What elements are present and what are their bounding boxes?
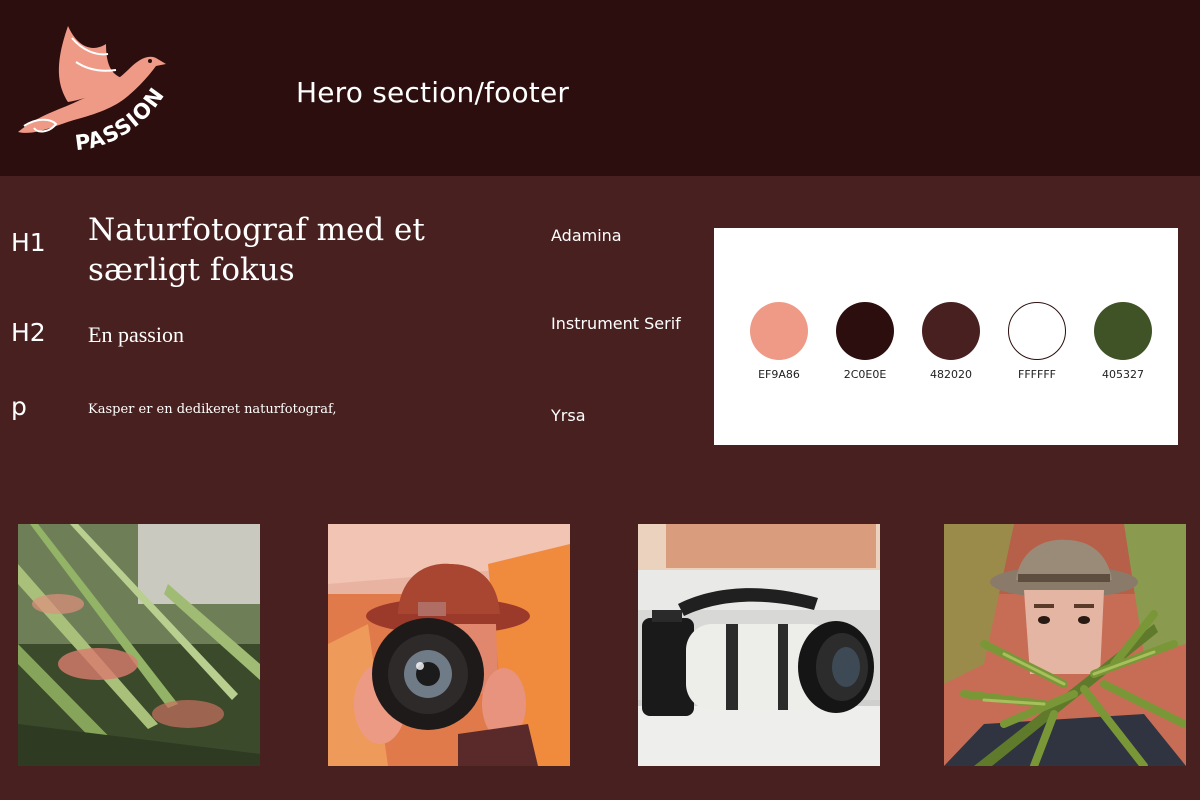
color-swatch[interactable]: 2C0E0E — [836, 302, 894, 381]
color-palette-card: EF9A86 2C0E0E 482020 FFFFFF 405327 — [714, 228, 1178, 445]
p-font-name: Yrsa — [551, 406, 586, 425]
swatch-circle — [922, 302, 980, 360]
passion-bird-logo[interactable]: PASSION — [10, 14, 190, 164]
h1-tag-label: H1 — [11, 228, 46, 257]
p-tag-label: p — [11, 392, 27, 421]
swatch-hex-label: 405327 — [1102, 368, 1144, 381]
swatch-hex-label: 2C0E0E — [843, 368, 887, 381]
section-title: Hero section/footer — [296, 76, 570, 109]
h1-font-name: Adamina — [551, 226, 622, 245]
swatch-hex-label: FFFFFF — [1018, 368, 1056, 381]
swatch-circle — [836, 302, 894, 360]
header-bar: PASSION Hero section/footer — [0, 0, 1200, 176]
swatch-circle — [1094, 302, 1152, 360]
h1-sample-text: Naturfotograf med et særligt fokus — [88, 212, 425, 288]
swatch-circle — [1008, 302, 1066, 360]
camera-photo[interactable] — [638, 524, 880, 766]
h2-tag-label: H2 — [11, 318, 46, 347]
swatch-circle — [750, 302, 808, 360]
color-swatch[interactable]: EF9A86 — [750, 302, 808, 381]
palm-leaves-photo[interactable] — [18, 524, 260, 766]
h2-sample-text: En passion — [88, 322, 184, 347]
man-behind-palm-photo[interactable] — [944, 524, 1186, 766]
p-sample-text: Kasper er en dedikeret naturfotograf, — [88, 402, 337, 417]
color-swatch[interactable]: 482020 — [922, 302, 980, 381]
h2-font-name: Instrument Serif — [551, 314, 681, 333]
color-swatch[interactable]: FFFFFF — [1008, 302, 1066, 381]
color-swatch[interactable]: 405327 — [1094, 302, 1152, 381]
photographer-photo[interactable] — [328, 524, 570, 766]
swatch-hex-label: 482020 — [930, 368, 972, 381]
swatch-hex-label: EF9A86 — [758, 368, 800, 381]
